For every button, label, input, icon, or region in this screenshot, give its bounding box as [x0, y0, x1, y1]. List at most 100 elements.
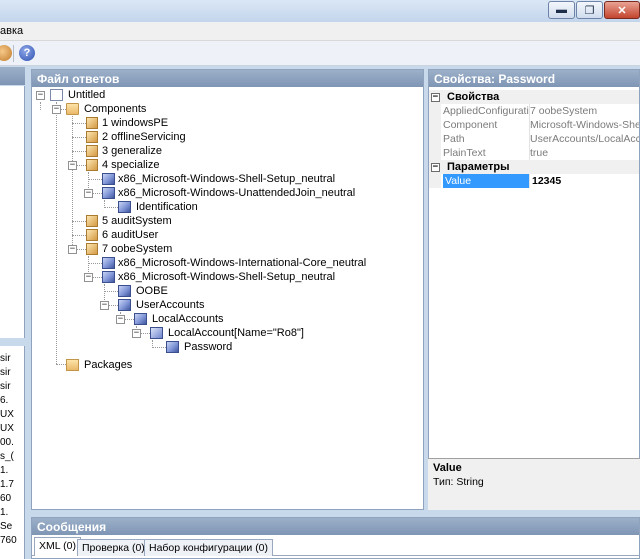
property-row[interactable]: Path UserAccounts/LocalAccou [429, 132, 639, 146]
component-icon [102, 271, 115, 283]
description-title: Value [433, 462, 462, 474]
menu-bar: авка [0, 22, 640, 41]
property-name-selected: Value [443, 174, 529, 188]
pass-icon [86, 215, 98, 227]
collapse-icon[interactable]: − [84, 273, 93, 282]
tree-node-label: LocalAccounts [152, 313, 224, 325]
description-text: Тип: String [433, 476, 484, 488]
maximize-button[interactable]: ❐ [576, 1, 603, 19]
tools-icon[interactable] [0, 45, 12, 61]
value-field[interactable]: 12345 [529, 174, 639, 188]
tree-node-label: Untitled [68, 89, 106, 101]
category-properties[interactable]: − Свойства [429, 90, 639, 104]
minimize-icon: ▬ [556, 4, 567, 16]
collapse-icon[interactable]: − [36, 91, 45, 100]
category-parameters[interactable]: − Параметры [429, 160, 639, 174]
tree-node-label: 5 auditSystem [102, 215, 172, 227]
left-fragment: 1. [0, 465, 9, 476]
collapse-icon[interactable]: − [132, 329, 141, 338]
tree-node-label: LocalAccount[Name="Ro8"] [168, 327, 304, 339]
property-name: AppliedConfiguratio [443, 105, 529, 117]
left-fragment: 6. [0, 395, 9, 406]
tab-configuration-set[interactable]: Набор конфигурации (0) [144, 539, 274, 556]
component-icon [102, 187, 115, 199]
tab-xml[interactable]: XML (0) [34, 537, 81, 556]
left-fragment: s_( [0, 451, 14, 462]
property-grid[interactable]: − Свойства AppliedConfiguratio 7 oobeSys… [429, 88, 639, 458]
answer-file-title: Файл ответов [32, 70, 423, 87]
tree-node-label: Packages [84, 359, 133, 371]
pass-icon [86, 145, 98, 157]
tree-node-label: 4 specialize [102, 159, 160, 171]
pass-icon [86, 159, 98, 171]
tree-node-label: 2 offlineServicing [102, 131, 186, 143]
tree-node-label: Components [84, 103, 147, 115]
category-label: Параметры [447, 161, 510, 173]
left-pane-header [0, 67, 25, 85]
pass-icon [86, 117, 98, 129]
property-row[interactable]: Component Microsoft-Windows-Shell-Se [429, 118, 639, 132]
tree-node-label: 1 windowsPE [102, 117, 169, 129]
messages-panel: Сообщения XML (0) Проверка (0) Набор кон… [31, 517, 640, 559]
close-icon: ✕ [617, 4, 627, 17]
tree-node-label: x86_Microsoft-Windows-International-Core… [118, 257, 367, 269]
left-fragment: Se [0, 521, 13, 532]
property-value: Microsoft-Windows-Shell-Se [529, 118, 639, 132]
pass-icon [86, 229, 98, 241]
folder-icon [66, 359, 79, 371]
property-name: Component [443, 119, 498, 131]
collapse-icon[interactable]: − [431, 93, 440, 102]
property-name: Path [443, 133, 465, 145]
setting-icon [118, 201, 131, 213]
left-fragment: 1.7 [0, 479, 14, 490]
tree-node-label: OOBE [136, 285, 168, 297]
collapse-icon[interactable]: − [431, 163, 440, 172]
collapse-icon[interactable]: − [84, 189, 93, 198]
tree-node-label: Identification [136, 201, 198, 213]
component-icon [102, 173, 115, 185]
collapse-icon[interactable]: − [100, 301, 109, 310]
component-icon [102, 257, 115, 269]
answer-file-tree[interactable]: − Untitled − Components 1 windowsPE 2 of… [32, 88, 423, 509]
left-lower-pane[interactable]: sir sir sir 6. UX UX 00. s_( 1. 1.7 60 1… [0, 346, 25, 559]
setting-icon [118, 299, 131, 311]
tree-node-label: Password [184, 341, 233, 353]
tree-node-label: 3 generalize [102, 145, 162, 157]
left-upper-pane[interactable] [0, 86, 25, 338]
category-label: Свойства [447, 91, 500, 103]
left-fragment: 60 [0, 493, 12, 504]
collapse-icon[interactable]: − [68, 161, 77, 170]
toolbar: ? [0, 41, 640, 66]
tab-validation[interactable]: Проверка (0) [77, 539, 150, 556]
minimize-button[interactable]: ▬ [548, 1, 575, 19]
property-row[interactable]: AppliedConfiguratio 7 oobeSystem [429, 104, 639, 118]
pass-icon [86, 131, 98, 143]
left-fragment: sir [0, 381, 11, 392]
left-fragment: 00. [0, 437, 14, 448]
property-row-value[interactable]: Value 12345 [429, 174, 639, 188]
tree-node-label: x86_Microsoft-Windows-UnattendedJoin_neu… [118, 187, 356, 199]
left-fragment: 760 [0, 535, 17, 546]
left-fragment: sir [0, 367, 11, 378]
left-fragment: UX [0, 423, 14, 434]
help-icon[interactable]: ? [19, 45, 35, 61]
list-item-icon [150, 327, 163, 339]
tree-node-label: x86_Microsoft-Windows-Shell-Setup_neutra… [118, 271, 336, 283]
property-value: 7 oobeSystem [529, 104, 639, 118]
left-fragment: sir [0, 353, 11, 364]
toolbar-separator [13, 45, 14, 62]
properties-title: Свойства: Password [429, 70, 639, 87]
answer-file-panel: Файл ответов − Untitled − Components 1 w… [31, 69, 424, 510]
menu-item-edit[interactable]: авка [0, 25, 23, 37]
property-row[interactable]: PlainText true [429, 146, 639, 160]
setting-icon [134, 313, 147, 325]
tree-node-label: 7 oobeSystem [102, 243, 173, 255]
collapse-icon[interactable]: − [116, 315, 125, 324]
setting-icon [166, 341, 179, 353]
property-name: PlainText [443, 147, 486, 159]
document-icon [50, 89, 63, 101]
close-button[interactable]: ✕ [604, 1, 640, 19]
collapse-icon[interactable]: − [68, 245, 77, 254]
property-description: Value Тип: String [428, 458, 640, 510]
collapse-icon[interactable]: − [52, 105, 61, 114]
